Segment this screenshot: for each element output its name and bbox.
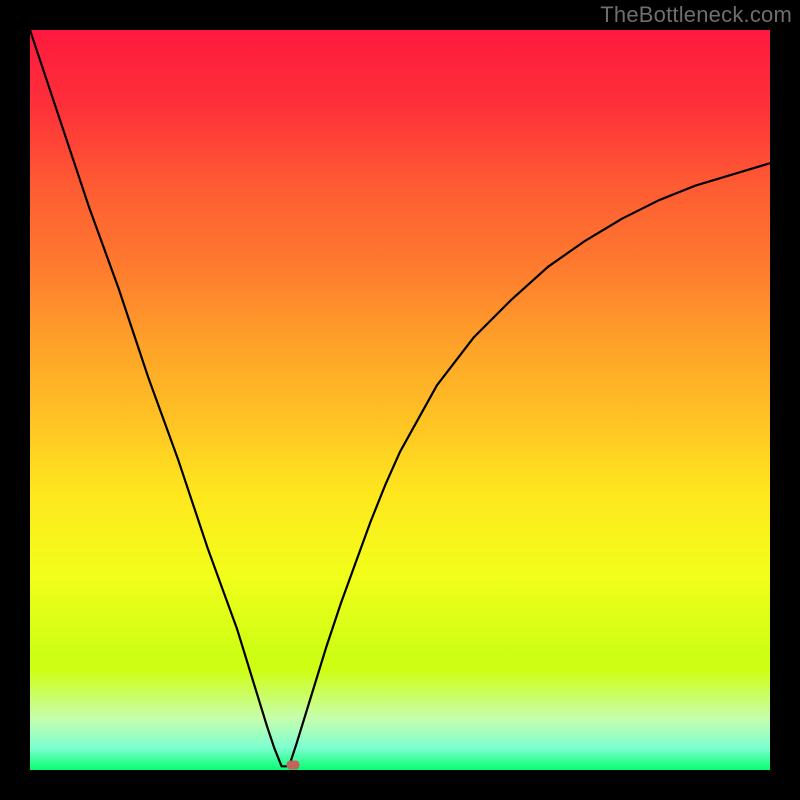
plot-area <box>30 30 770 770</box>
data-curve <box>30 30 770 770</box>
chart-frame: TheBottleneck.com <box>0 0 800 800</box>
watermark-text: TheBottleneck.com <box>600 2 792 28</box>
minimum-marker <box>287 760 300 769</box>
